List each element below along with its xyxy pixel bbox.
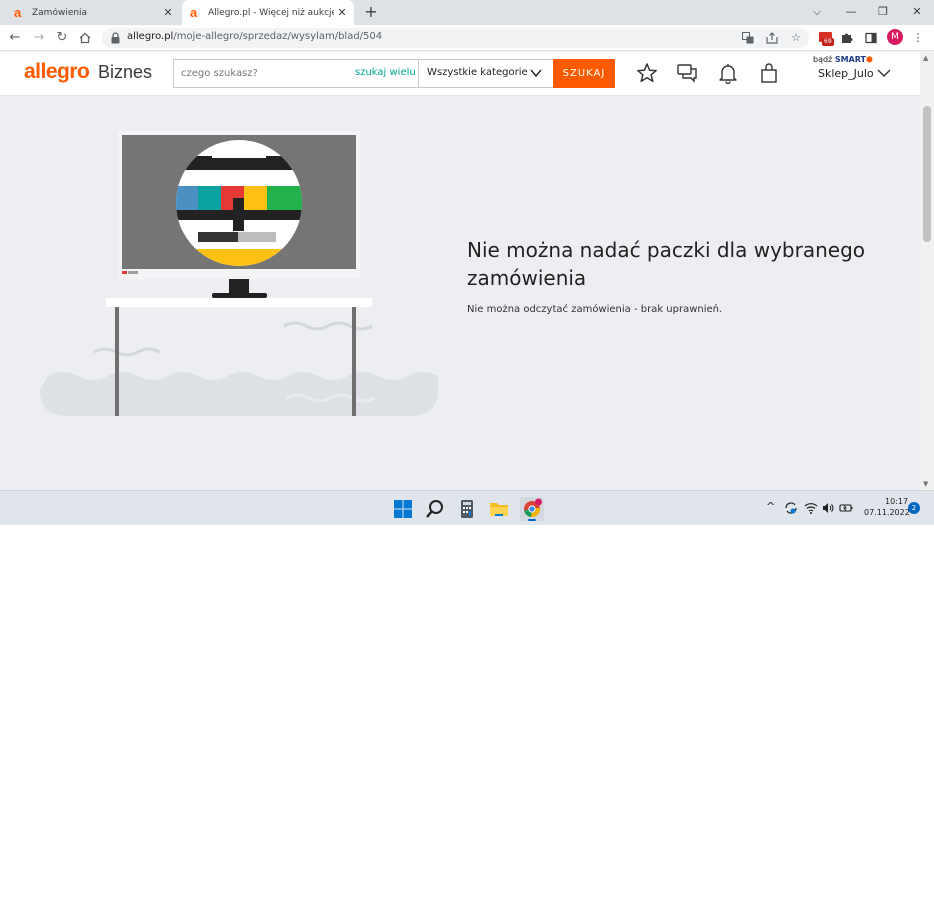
minimize-button[interactable]: — bbox=[841, 3, 861, 21]
chrome-menu-icon[interactable]: ⋮ bbox=[909, 29, 927, 47]
search-form: szukaj wielu Wszystkie kategorie SZUKAJ bbox=[173, 59, 615, 88]
back-icon[interactable]: ← bbox=[6, 29, 24, 47]
search-button[interactable]: SZUKAJ bbox=[553, 59, 615, 88]
forward-icon[interactable]: → bbox=[30, 29, 48, 47]
gmail-unread-badge: 69 bbox=[822, 38, 834, 46]
profile-avatar[interactable]: M bbox=[887, 29, 903, 45]
screen: a Zamówienia ✕ a Allegro.pl - Więcej niż… bbox=[0, 0, 934, 525]
volume-icon[interactable] bbox=[821, 501, 835, 515]
url-text: allegro.pl/moje-allegro/sprzedaz/wysylam… bbox=[127, 31, 383, 42]
home-icon[interactable] bbox=[76, 29, 94, 47]
calculator-icon[interactable] bbox=[455, 497, 479, 521]
address-bar[interactable]: allegro.pl/moje-allegro/sprzedaz/wysylam… bbox=[102, 28, 809, 48]
wifi-icon[interactable] bbox=[804, 501, 818, 515]
category-select-value: Wszystkie kategorie bbox=[427, 67, 528, 78]
error-title: Nie można nadać paczki dla wybranego zam… bbox=[467, 238, 866, 290]
allegro-favicon-icon: a bbox=[190, 4, 198, 20]
browser-toolbar: ← → ↻ allegro.pl/moje-allegro/sprzedaz/w… bbox=[0, 25, 934, 51]
smart-promo[interactable]: bądź SMART⬢ bbox=[813, 55, 873, 64]
search-input[interactable] bbox=[174, 60, 344, 87]
clock-date[interactable]: 07.11.2022 bbox=[864, 508, 910, 517]
page-scrollbar[interactable]: ▲ ▼ bbox=[920, 52, 934, 492]
search-many-link[interactable]: szukaj wielu bbox=[355, 67, 416, 78]
windows-start-icon[interactable] bbox=[391, 497, 415, 521]
tab-allegro-active[interactable]: a Allegro.pl - Więcej niż aukcje. Naj ✕ bbox=[182, 0, 354, 25]
scroll-down-icon[interactable]: ▼ bbox=[923, 480, 928, 488]
tab-zamowienia[interactable]: a Zamówienia ✕ bbox=[0, 0, 180, 25]
notifications-bell-icon[interactable] bbox=[717, 62, 739, 84]
user-account-name[interactable]: Sklep_Julo bbox=[818, 67, 874, 80]
allegro-logo[interactable]: allegro bbox=[24, 60, 90, 84]
tab-search-chevron-icon[interactable]: ⌵ bbox=[807, 3, 827, 21]
windows-taskbar: ^ 10:17 07.11.2022 2 bbox=[0, 490, 934, 525]
reload-icon[interactable]: ↻ bbox=[53, 29, 71, 47]
browser-tab-strip: a Zamówienia ✕ a Allegro.pl - Więcej niż… bbox=[0, 0, 934, 25]
bookmark-star-icon[interactable]: ☆ bbox=[788, 30, 804, 46]
share-icon[interactable] bbox=[764, 30, 780, 46]
star-watchlist-icon[interactable] bbox=[636, 62, 658, 84]
category-select[interactable]: Wszystkie kategorie bbox=[418, 60, 553, 87]
battery-icon[interactable] bbox=[839, 501, 853, 515]
shopping-bag-icon[interactable] bbox=[758, 62, 780, 84]
chrome-icon[interactable] bbox=[520, 497, 544, 521]
gmail-extension-icon[interactable]: 69 bbox=[817, 29, 835, 47]
scroll-up-icon[interactable]: ▲ bbox=[923, 54, 928, 62]
site-header: allegro Biznes szukaj wielu Wszystkie ka… bbox=[0, 52, 920, 96]
close-window-button[interactable]: ✕ bbox=[907, 3, 927, 21]
chevron-down-icon bbox=[530, 69, 542, 78]
broken-tv-illustration bbox=[40, 131, 438, 416]
notification-count-badge[interactable]: 2 bbox=[908, 502, 920, 514]
extensions-puzzle-icon[interactable] bbox=[838, 29, 856, 47]
new-tab-button[interactable]: + bbox=[362, 3, 380, 21]
restore-button[interactable]: ❐ bbox=[873, 3, 893, 21]
translate-icon[interactable] bbox=[740, 30, 756, 46]
tray-overflow-chevron-icon[interactable]: ^ bbox=[766, 500, 775, 513]
scrollbar-thumb[interactable] bbox=[923, 106, 931, 242]
lock-icon bbox=[111, 32, 120, 44]
clock-time[interactable]: 10:17 bbox=[885, 497, 908, 506]
tab-title: Allegro.pl - Więcej niż aukcje. Naj bbox=[208, 7, 334, 18]
close-tab-icon[interactable]: ✕ bbox=[160, 6, 176, 19]
side-panel-icon[interactable] bbox=[862, 29, 880, 47]
tab-title: Zamówienia bbox=[32, 7, 88, 18]
smart-badge-icon: ⬢ bbox=[865, 55, 873, 64]
chevron-down-icon[interactable] bbox=[877, 68, 891, 78]
file-explorer-icon[interactable] bbox=[487, 497, 511, 521]
messages-icon[interactable] bbox=[676, 62, 698, 84]
smart-brand-label: SMART bbox=[834, 55, 866, 64]
close-tab-icon[interactable]: ✕ bbox=[334, 6, 350, 19]
allegro-favicon-icon: a bbox=[14, 4, 22, 20]
search-icon[interactable] bbox=[423, 497, 447, 521]
error-description: Nie można odczytać zamówienia - brak upr… bbox=[467, 304, 723, 315]
logo-biznes-label: Biznes bbox=[98, 62, 153, 82]
sync-icon[interactable] bbox=[784, 501, 798, 515]
